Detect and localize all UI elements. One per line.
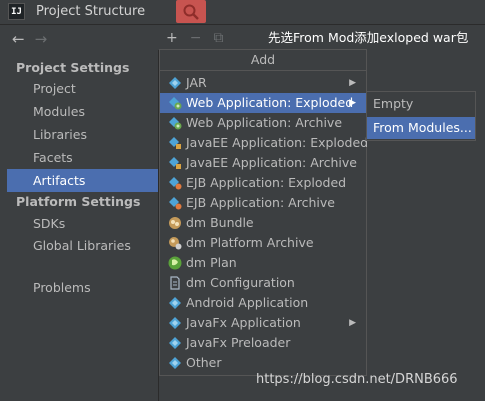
javaee-diamond-icon [168,156,182,170]
watermark-url: https://blog.csdn.net/DRNB666 [256,372,458,387]
project-settings-header: Project Settings [16,60,130,75]
dm-plan-icon [168,256,182,270]
add-button[interactable]: + [166,30,178,46]
diamond-icon [168,316,182,330]
menu-item-web-application-archive[interactable]: Web Application: Archive [160,113,366,133]
submenu-item-label: From Modules... [373,120,472,135]
menu-item-ejb-application-archive[interactable]: EJB Application: Archive [160,193,366,213]
menu-item-label: dm Configuration [186,275,295,290]
menu-item-label: JavaEE Application: Archive [186,155,357,170]
menu-item-label: EJB Application: Archive [186,195,335,210]
window-title: Project Structure [36,4,146,19]
menu-item-ejb-application-exploded[interactable]: EJB Application: Exploded [160,173,366,193]
menu-item-web-application-exploded[interactable]: Web Application: Exploded ▶ [160,93,366,113]
search-icon [183,4,199,20]
menu-item-other[interactable]: Other [160,353,366,373]
menu-item-dm-bundle[interactable]: dm Bundle [160,213,366,233]
submenu-item-empty[interactable]: Empty [367,93,475,115]
menu-item-label: JavaFx Application [186,315,301,330]
menu-item-javaee-application-exploded[interactable]: JavaEE Application: Exploded [160,133,369,153]
menu-item-android-application[interactable]: Android Application [160,293,366,313]
web-diamond-icon [168,96,182,110]
submenu-arrow-icon: ▶ [349,98,356,108]
menu-item-label: Web Application: Exploded [186,95,354,110]
menu-item-javafx-preloader[interactable]: JavaFx Preloader [160,333,366,353]
submenu-item-from-modules[interactable]: From Modules... [367,117,475,139]
menu-item-label: dm Plan [186,255,237,270]
menu-item-javafx-application[interactable]: JavaFx Application ▶ [160,313,366,333]
menu-item-label: Web Application: Archive [186,115,343,130]
menu-item-dm-configuration[interactable]: dm Configuration [160,273,366,293]
ejb-diamond-icon [168,196,182,210]
sidebar-item-project[interactable]: Project [33,81,76,96]
menu-item-label: dm Platform Archive [186,235,314,250]
sidebar-item-facets[interactable]: Facets [33,150,73,165]
sidebar-item-global-libraries[interactable]: Global Libraries [33,238,131,253]
menu-item-label: EJB Application: Exploded [186,175,347,190]
intellij-app-icon: IJ [8,3,25,20]
menu-item-label: Android Application [186,295,309,310]
menu-item-label: JAR [186,75,207,90]
menu-item-jar[interactable]: JAR ▶ [160,73,366,93]
remove-button[interactable]: − [190,30,202,46]
annotation-text: 先选From Mod添加exloped war包 [268,30,469,45]
menu-item-label: JavaFx Preloader [186,335,291,350]
diamond-icon [168,296,182,310]
file-icon [168,276,182,290]
add-menu-header: Add [160,50,366,71]
web-diamond-icon [168,116,182,130]
back-button[interactable]: ← [12,30,25,48]
submenu-arrow-icon: ▶ [349,78,356,88]
dm-platform-icon [168,236,182,250]
dm-bundle-icon [168,216,182,230]
nav-arrows: ← → [12,30,57,48]
settings-sidebar [0,50,159,401]
menu-item-dm-platform-archive[interactable]: dm Platform Archive [160,233,366,253]
menu-item-label: dm Bundle [186,215,254,230]
search-button[interactable] [176,0,206,23]
artifacts-toolbar: + − ⧉ [166,30,235,46]
sidebar-item-problems[interactable]: Problems [33,280,91,295]
menu-item-javaee-application-archive[interactable]: JavaEE Application: Archive [160,153,366,173]
javaee-diamond-icon [168,136,182,150]
sidebar-item-artifacts[interactable]: Artifacts [33,173,85,188]
sidebar-item-modules[interactable]: Modules [33,104,85,119]
sidebar-item-sdks[interactable]: SDKs [33,216,65,231]
platform-settings-header: Platform Settings [16,194,141,209]
submenu-arrow-icon: ▶ [349,318,356,328]
diamond-icon [168,76,182,90]
ejb-diamond-icon [168,176,182,190]
forward-button[interactable]: → [35,30,48,48]
menu-item-dm-plan[interactable]: dm Plan [160,253,366,273]
menu-item-label: Other [186,355,222,370]
submenu-item-label: Empty [373,96,414,111]
diamond-icon [168,336,182,350]
diamond-icon [168,356,182,370]
menu-item-label: JavaEE Application: Exploded [186,135,369,150]
sidebar-item-libraries[interactable]: Libraries [33,127,87,142]
copy-button[interactable]: ⧉ [213,30,223,46]
